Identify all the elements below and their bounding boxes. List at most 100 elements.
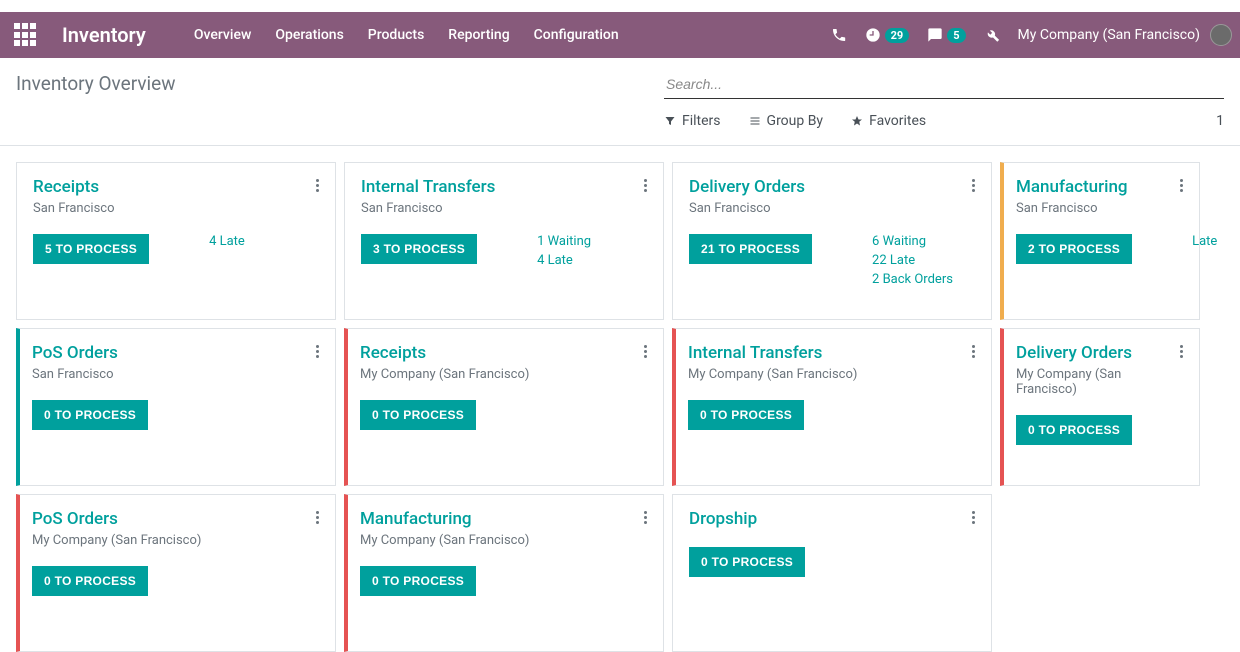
- star-icon: [851, 115, 863, 127]
- card-title[interactable]: Delivery Orders: [689, 177, 805, 197]
- process-button[interactable]: 0 TO PROCESS: [360, 400, 476, 430]
- filters-button[interactable]: Filters: [664, 113, 721, 129]
- phone-icon[interactable]: [831, 27, 847, 43]
- kebab-menu-icon[interactable]: [972, 509, 975, 524]
- chat-icon: [927, 27, 943, 43]
- process-button[interactable]: 0 TO PROCESS: [1016, 415, 1132, 445]
- card-title[interactable]: Internal Transfers: [688, 343, 822, 363]
- toolbar: Filters Group By Favorites 1: [664, 113, 1224, 139]
- kebab-menu-icon[interactable]: [1180, 177, 1183, 192]
- favorites-label: Favorites: [869, 113, 926, 129]
- avatar[interactable]: [1210, 24, 1232, 46]
- kebab-menu-icon[interactable]: [972, 343, 975, 358]
- status-link[interactable]: 6 Waiting: [872, 234, 953, 249]
- process-button[interactable]: 0 TO PROCESS: [32, 566, 148, 596]
- card-subtitle: San Francisco: [33, 201, 319, 216]
- card-title[interactable]: PoS Orders: [32, 509, 118, 529]
- operation-card: Internal Transfers My Company (San Franci…: [672, 328, 992, 486]
- process-button[interactable]: 0 TO PROCESS: [689, 547, 805, 577]
- card-subtitle: My Company (San Francisco): [32, 533, 319, 548]
- process-button[interactable]: 0 TO PROCESS: [360, 566, 476, 596]
- card-subtitle: San Francisco: [32, 367, 319, 382]
- process-button[interactable]: 0 TO PROCESS: [32, 400, 148, 430]
- operation-card: Delivery Orders San Francisco 21 TO PROCES…: [672, 162, 992, 320]
- menu-overview[interactable]: Overview: [194, 27, 251, 43]
- card-title[interactable]: Manufacturing: [1016, 177, 1128, 197]
- brand[interactable]: Inventory: [62, 23, 146, 47]
- status-link[interactable]: 1 Waiting: [537, 234, 591, 249]
- operation-card: Dropship 0 TO PROCESS: [672, 494, 992, 652]
- menu-configuration[interactable]: Configuration: [534, 27, 619, 43]
- chat-badge[interactable]: 5: [927, 27, 965, 43]
- card-subtitle: San Francisco: [1016, 201, 1183, 216]
- search-input[interactable]: [664, 72, 1224, 96]
- menu-products[interactable]: Products: [368, 27, 425, 43]
- status-link[interactable]: 4 Late: [209, 234, 245, 249]
- operation-card: PoS Orders My Company (San Francisco) 0 TO…: [16, 494, 336, 652]
- status-list: 6 Waiting 22 Late 2 Back Orders: [872, 234, 953, 287]
- favorites-button[interactable]: Favorites: [851, 113, 926, 129]
- card-subtitle: My Company (San Francisco): [360, 367, 647, 382]
- tools-icon[interactable]: [984, 27, 1000, 43]
- record-count: 1: [1216, 113, 1224, 129]
- operation-card: ManufacturingSan Francisco2 TO PROCESSLa…: [1000, 162, 1200, 320]
- list-icon: [749, 115, 761, 127]
- status-link[interactable]: 22 Late: [872, 253, 953, 268]
- topbar-right: 29 5 My Company (San Francisco): [831, 24, 1232, 46]
- card-title[interactable]: PoS Orders: [32, 343, 118, 363]
- operation-card: Receipts My Company (San Francisco) 0 TO P…: [344, 328, 664, 486]
- activity-count: 29: [885, 28, 910, 43]
- company-selector[interactable]: My Company (San Francisco): [1018, 24, 1232, 46]
- status-link[interactable]: 4 Late: [537, 253, 591, 268]
- card-subtitle: San Francisco: [361, 201, 647, 216]
- process-button[interactable]: 2 TO PROCESS: [1016, 234, 1132, 264]
- search-wrap: [664, 72, 1224, 99]
- card-title[interactable]: Receipts: [33, 177, 99, 197]
- topbar: Inventory Overview Operations Products R…: [0, 12, 1240, 58]
- kebab-menu-icon[interactable]: [316, 343, 319, 358]
- kebab-menu-icon[interactable]: [644, 177, 647, 192]
- kebab-menu-icon[interactable]: [972, 177, 975, 192]
- card-subtitle: San Francisco: [689, 201, 975, 216]
- card-title[interactable]: Delivery Orders: [1016, 343, 1132, 363]
- status-link[interactable]: Late: [1192, 234, 1217, 249]
- card-title[interactable]: Dropship: [689, 509, 757, 529]
- process-button[interactable]: 3 TO PROCESS: [361, 234, 477, 264]
- groupby-button[interactable]: Group By: [749, 113, 824, 129]
- operation-card: Manufacturing My Company (San Francisco) 0…: [344, 494, 664, 652]
- kebab-menu-icon[interactable]: [644, 343, 647, 358]
- process-button[interactable]: 5 TO PROCESS: [33, 234, 149, 264]
- activity-badge[interactable]: 29: [865, 27, 910, 43]
- page-title: Inventory Overview: [16, 72, 176, 95]
- operation-card: Receipts San Francisco 5 TO PROCESS 4 Late: [16, 162, 336, 320]
- status-list: Late: [1192, 234, 1217, 249]
- apps-icon[interactable]: [14, 23, 38, 47]
- chat-count: 5: [947, 28, 965, 43]
- filters-label: Filters: [682, 113, 721, 129]
- operation-card: Internal Transfers San Francisco 3 TO PROC…: [344, 162, 664, 320]
- filter-icon: [664, 115, 676, 127]
- status-link[interactable]: 2 Back Orders: [872, 272, 953, 287]
- kebab-menu-icon[interactable]: [316, 509, 319, 524]
- process-button[interactable]: 21 TO PROCESS: [689, 234, 812, 264]
- operation-card: Delivery Orders My Company (San Francisco…: [1000, 328, 1200, 486]
- card-subtitle: My Company (San Francisco): [1016, 367, 1183, 397]
- menu-operations[interactable]: Operations: [275, 27, 343, 43]
- cards-grid: ReceiptsSan Francisco5 TO PROCESS4 LateI…: [0, 146, 1240, 652]
- card-title[interactable]: Manufacturing: [360, 509, 472, 529]
- kebab-menu-icon[interactable]: [316, 177, 319, 192]
- operation-card: PoS Orders San Francisco 0 TO PROCESS: [16, 328, 336, 486]
- process-button[interactable]: 0 TO PROCESS: [688, 400, 804, 430]
- subheader: Inventory Overview Filters Group By Favo…: [0, 58, 1240, 139]
- card-subtitle: My Company (San Francisco): [360, 533, 647, 548]
- card-title[interactable]: Internal Transfers: [361, 177, 495, 197]
- card-subtitle: My Company (San Francisco): [688, 367, 975, 382]
- menu-reporting[interactable]: Reporting: [448, 27, 509, 43]
- main-menu: Overview Operations Products Reporting C…: [194, 27, 619, 43]
- card-title[interactable]: Receipts: [360, 343, 426, 363]
- status-list: 1 Waiting 4 Late: [537, 234, 591, 268]
- clock-icon: [865, 27, 881, 43]
- kebab-menu-icon[interactable]: [1180, 343, 1183, 358]
- status-list: 4 Late: [209, 234, 245, 249]
- kebab-menu-icon[interactable]: [644, 509, 647, 524]
